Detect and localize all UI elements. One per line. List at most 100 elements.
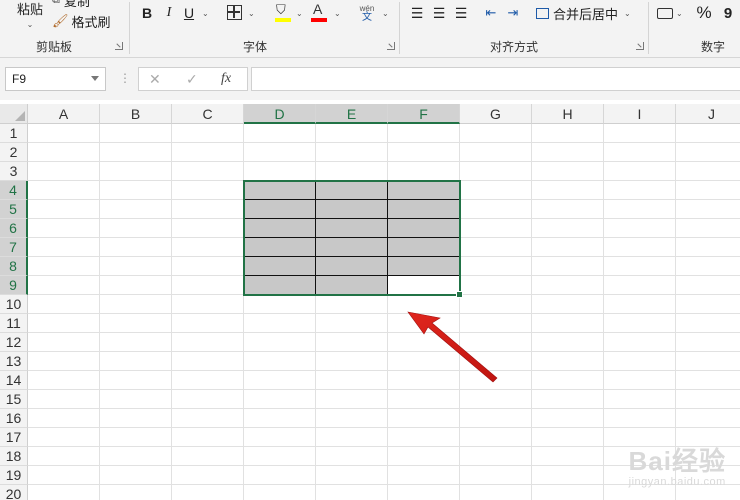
copy-icon: ⧉ [52,0,60,7]
merge-center-label: 合并后居中 [553,6,619,22]
row-header[interactable]: 14 [0,371,28,390]
selection-border [243,180,461,296]
row-header[interactable]: 6 [0,219,28,238]
fill-color-button[interactable]: ⛉ [274,2,292,23]
row-header[interactable]: 18 [0,447,28,466]
font-color-button[interactable]: A [310,1,328,23]
decrease-indent-icon: ⇤ [485,5,497,20]
watermark: Bai经验 jingyan.baidu.com [629,441,726,488]
alignment-group-label: 对齐方式 [490,40,539,54]
column-header[interactable]: A [28,104,100,124]
drag-handle-icon[interactable]: ⋮ [119,71,131,85]
row-header[interactable]: 4 [0,181,28,200]
align-center-button[interactable]: ☰ [430,4,448,22]
row-header[interactable]: 12 [0,333,28,352]
column-header[interactable]: J [676,104,740,124]
decrease-indent-button[interactable]: ⇤ [482,4,500,22]
chevron-down-icon[interactable]: ⌄ [296,9,303,18]
phonetic-button[interactable]: wén 文 [356,2,378,24]
check-icon[interactable]: ✓ [186,71,198,88]
fill-handle[interactable] [456,291,463,298]
column-header[interactable]: F [388,104,460,124]
row-header[interactable]: 8 [0,257,28,276]
name-box-value: F9 [12,72,27,86]
row-header[interactable]: 5 [0,200,28,219]
row-header[interactable]: 16 [0,409,28,428]
column-header[interactable]: D [244,104,316,124]
row-headers: 1 2 3 4 5 6 7 8 9 10 11 12 13 14 15 16 17 18 19 20 [0,124,28,500]
align-right-button[interactable]: ☰ [452,4,470,22]
chevron-down-icon[interactable]: ⌄ [334,9,341,18]
align-center-icon: ☰ [432,4,446,21]
clipboard-group-label: 剪贴板 [36,40,73,54]
paste-button[interactable]: 粘贴 ⌄ [12,0,48,32]
chevron-down-icon[interactable]: ⌄ [382,9,389,18]
borders-icon-h [228,11,240,13]
worksheet: ABCDEFGHIJ 1 2 3 4 5 6 7 8 9 10 11 12 13 14 15 16 17 18 19… [0,100,740,500]
row-header[interactable]: 7 [0,238,28,257]
font-color-bar [311,18,327,22]
align-right-icon: ☰ [454,4,468,21]
chevron-down-icon[interactable]: ⌄ [248,9,255,18]
row-header[interactable]: 2 [0,143,28,162]
name-box[interactable]: F9 [5,67,106,91]
insert-function-button[interactable]: fx [221,71,231,87]
row-header[interactable]: 17 [0,428,28,447]
number-group: ⌄ % 9 数字 [649,0,740,57]
paint-bucket-icon: ⛉ [276,2,286,17]
column-header[interactable]: E [316,104,388,124]
bold-button[interactable]: B [138,4,156,22]
italic-button[interactable]: I [160,4,178,22]
borders-button[interactable] [227,5,242,20]
comma-style-button[interactable]: 9 [721,3,735,23]
cancel-icon[interactable]: ✕ [149,71,161,88]
row-header[interactable]: 9 [0,276,28,295]
increase-indent-icon: ⇥ [507,5,519,20]
row-header[interactable]: 11 [0,314,28,333]
merge-center-button[interactable]: 合并后居中 ⌄ [536,3,631,23]
row-header[interactable]: 20 [0,485,28,500]
row-header[interactable]: 15 [0,390,28,409]
alignment-group: ☰ ☰ ☰ ⇤ ⇥ 合并后居中 ⌄ 对齐方式 [400,0,648,57]
row-header[interactable]: 3 [0,162,28,181]
watermark-url: jingyan.baidu.com [628,476,726,488]
alignment-dialog-launcher-icon[interactable] [636,42,644,50]
row-header[interactable]: 13 [0,352,28,371]
number-group-label: 数字 [701,40,726,54]
format-painter-button[interactable]: 🖌 格式刷 [52,12,111,30]
row-header[interactable]: 1 [0,124,28,143]
chevron-down-icon: ⌄ [26,20,34,29]
underline-button[interactable]: U [180,4,198,22]
formula-buttons: ✕ ✓ fx [138,67,248,91]
column-header[interactable]: B [100,104,172,124]
merge-icon [536,7,549,19]
row-header[interactable]: 19 [0,466,28,485]
column-header[interactable]: I [604,104,676,124]
formula-input[interactable] [251,67,740,91]
column-header[interactable]: C [172,104,244,124]
currency-button[interactable]: ⌄ [657,3,683,23]
phonetic-icon: 文 [362,12,372,23]
chevron-down-icon: ⌄ [624,8,631,18]
column-header[interactable]: G [460,104,532,124]
increase-indent-button[interactable]: ⇥ [504,4,522,22]
row-header[interactable]: 10 [0,295,28,314]
watermark-logo: Bai经验 [628,446,726,476]
chevron-down-icon[interactable]: ⌄ [202,9,209,18]
chevron-down-icon[interactable] [91,76,99,81]
percent-button[interactable]: % [695,3,713,23]
currency-icon [657,7,673,19]
align-left-button[interactable]: ☰ [408,4,426,22]
clipboard-dialog-launcher-icon[interactable] [115,42,123,50]
copy-button[interactable]: ⧉ 复制 [52,0,90,9]
ribbon: 粘贴 ⌄ ⧉ 复制 🖌 格式刷 剪贴板 B I U ⌄ ⌄ ⛉ ⌄ A [0,0,740,58]
column-headers: ABCDEFGHIJ [28,104,740,124]
column-header[interactable]: H [532,104,604,124]
font-dialog-launcher-icon[interactable] [387,42,395,50]
align-left-icon: ☰ [410,4,424,21]
chevron-down-icon: ⌄ [676,8,683,18]
clipboard-group: 粘贴 ⌄ ⧉ 复制 🖌 格式刷 剪贴板 [0,0,128,57]
highlight-color-bar [275,18,291,22]
format-painter-label: 格式刷 [71,14,111,30]
select-all-button[interactable] [0,104,28,124]
